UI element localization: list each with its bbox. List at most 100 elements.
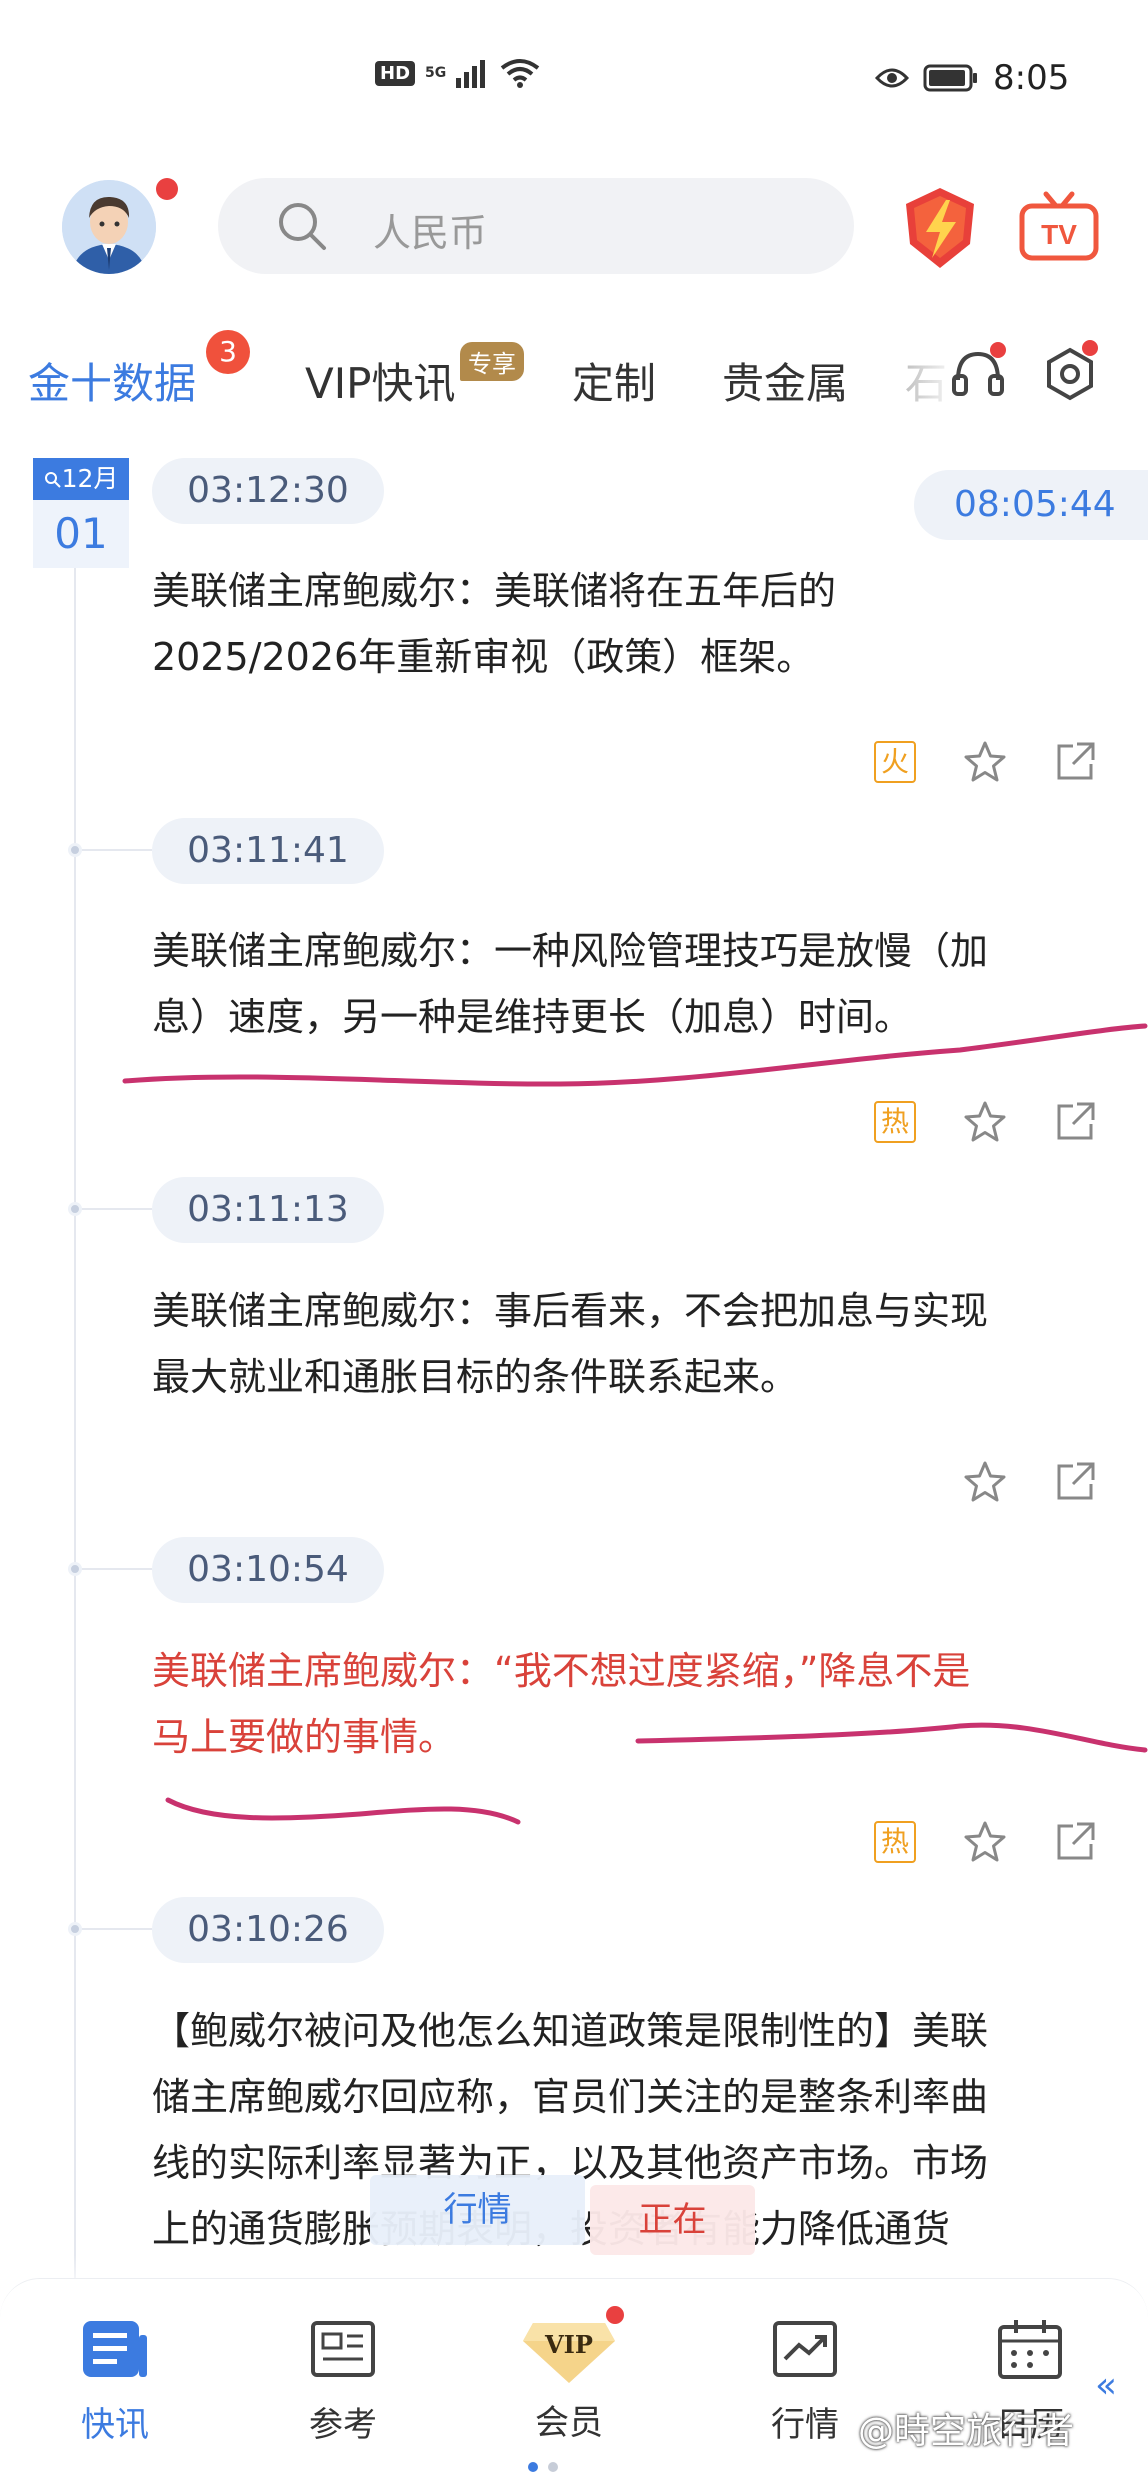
hot-badge: 热 xyxy=(850,1812,940,1872)
network-indicator: 5G xyxy=(425,65,447,81)
page-dot xyxy=(548,2462,558,2472)
date-day[interactable]: 01 xyxy=(33,500,129,568)
nav-vip[interactable]: VIP 会员 xyxy=(494,2317,644,2444)
reference-icon xyxy=(311,2321,375,2377)
news-line: 美联储主席鲍威尔：美联储将在五年后的 xyxy=(152,569,837,613)
nav-vip-label: 会员 xyxy=(535,2403,603,2443)
news-line: 储主席鲍威尔回应称，官员们关注的是整条利率曲 xyxy=(152,2075,989,2119)
nav-flash[interactable]: 快讯 xyxy=(40,2317,190,2446)
star-icon xyxy=(964,1461,1006,1502)
tab-precious-metals[interactable]: 贵金属 xyxy=(722,350,848,411)
vip-notification-dot xyxy=(606,2306,624,2324)
news-line: 美联储主席鲍威尔：“我不想过度紧缩，”降息不是 xyxy=(152,1649,971,1693)
headset-dot xyxy=(990,342,1006,358)
share-button[interactable] xyxy=(1030,1812,1120,1872)
time-pill: 03:11:41 xyxy=(152,818,384,884)
time-pill: 03:12:30 xyxy=(152,458,384,524)
share-button[interactable] xyxy=(1030,1452,1120,1512)
news-actions xyxy=(850,1452,1120,1512)
favorite-button[interactable] xyxy=(940,1812,1030,1872)
market-float-button[interactable]: 行情 xyxy=(370,2175,585,2245)
avatar[interactable] xyxy=(62,180,156,274)
timeline-dot xyxy=(68,843,82,857)
news-line: 2025/2026年重新审视（政策）框架。 xyxy=(152,635,815,679)
search-small-icon xyxy=(44,472,61,488)
news-actions: 火 xyxy=(850,732,1120,792)
nav-reference-label: 参考 xyxy=(309,2405,377,2445)
star-icon xyxy=(964,1101,1006,1142)
time-pill: 03:10:26 xyxy=(152,1897,384,1963)
news-item-text[interactable]: 美联储主席鲍威尔：一种风险管理技巧是放慢（加 息）速度，另一种是维持更长（加息）… xyxy=(152,918,1082,1050)
share-icon xyxy=(1057,1102,1095,1140)
hd-indicator: HD xyxy=(375,60,416,86)
status-bar: HD 5G 8:05 xyxy=(0,0,1148,150)
timeline-tick xyxy=(82,1568,152,1570)
status-left: HD 5G xyxy=(375,58,540,88)
fire-badge: 火 xyxy=(850,732,940,792)
nav-reference[interactable]: 参考 xyxy=(268,2317,418,2446)
hot-label: 热 xyxy=(874,1101,916,1143)
time-pill: 03:11:13 xyxy=(152,1177,384,1243)
favorite-button[interactable] xyxy=(940,1092,1030,1152)
tab-vip-flash[interactable]: VIP快讯 xyxy=(305,350,455,411)
star-icon xyxy=(964,741,1006,782)
month-label: 12月 xyxy=(61,464,119,493)
date-month[interactable]: 12月 xyxy=(33,458,129,500)
news-line: 最大就业和通胀目标的条件联系起来。 xyxy=(152,1355,799,1399)
favorite-button[interactable] xyxy=(940,732,1030,792)
share-button[interactable] xyxy=(1030,1092,1120,1152)
timeline-tick xyxy=(82,1928,152,1930)
hot-badge: 热 xyxy=(850,1092,940,1152)
news-actions: 热 xyxy=(850,1812,1120,1872)
watermark: @時空旅行者 xyxy=(858,2411,1075,2452)
favorite-button[interactable] xyxy=(940,1452,1030,1512)
signal-icon xyxy=(456,60,486,88)
clock: 8:05 xyxy=(993,58,1070,98)
timeline-tick xyxy=(82,849,152,851)
share-button[interactable] xyxy=(1030,732,1120,792)
share-icon xyxy=(1057,1462,1095,1500)
star-icon xyxy=(964,1821,1006,1862)
collapse-icon[interactable]: « xyxy=(1095,2365,1117,2406)
search-bar[interactable]: 人民币 xyxy=(218,178,854,274)
lightning-badge-icon[interactable] xyxy=(900,186,980,270)
share-icon xyxy=(1057,1822,1095,1860)
tab-custom[interactable]: 定制 xyxy=(572,350,656,411)
vip-icon: VIP xyxy=(523,2323,615,2383)
tv-icon[interactable]: TV xyxy=(1018,190,1100,266)
exclusive-tag: 专享 xyxy=(460,342,524,381)
battery-icon xyxy=(923,64,977,92)
news-line: 【鲍威尔被问及他怎么知道政策是限制性的】美联 xyxy=(152,2009,989,2053)
share-icon xyxy=(1057,742,1095,780)
search-placeholder: 人民币 xyxy=(373,211,488,255)
news-item-text-highlight[interactable]: 美联储主席鲍威尔：“我不想过度紧缩，”降息不是 马上要做的事情。 xyxy=(152,1638,1082,1770)
eye-icon xyxy=(875,68,909,88)
calendar-icon xyxy=(998,2320,1062,2379)
current-time-pill: 08:05:44 xyxy=(914,470,1148,540)
hot-label: 热 xyxy=(874,1821,916,1863)
page-dot-active xyxy=(528,2462,538,2472)
vip-icon-text: VIP xyxy=(544,2330,593,2359)
news-actions: 热 xyxy=(850,1092,1120,1152)
notification-dot xyxy=(156,178,178,200)
news-line: 息）速度，另一种是维持更长（加息）时间。 xyxy=(152,995,913,1039)
news-item-text[interactable]: 美联储主席鲍威尔：事后看来，不会把加息与实现 最大就业和通胀目标的条件联系起来。 xyxy=(152,1278,1082,1410)
timeline-dot xyxy=(68,1202,82,1216)
news-line: 美联储主席鲍威尔：事后看来，不会把加息与实现 xyxy=(152,1289,989,1333)
page-indicator xyxy=(528,2462,558,2472)
timeline-dot xyxy=(68,1562,82,1576)
news-line: 美联储主席鲍威尔：一种风险管理技巧是放慢（加 xyxy=(152,929,989,973)
tab-jin10-data[interactable]: 金十数据 xyxy=(28,350,196,411)
time-pill: 03:10:54 xyxy=(152,1537,384,1603)
search-icon xyxy=(279,203,326,250)
news-item-text[interactable]: 美联储主席鲍威尔：美联储将在五年后的 2025/2026年重新审视（政策）框架。 xyxy=(152,558,1082,690)
timeline-dot xyxy=(68,1922,82,1936)
svg-text:TV: TV xyxy=(1041,219,1077,250)
bottom-nav: 快讯 参考 VIP 会员 行情 日历 xyxy=(0,2278,1148,2492)
chart-icon xyxy=(773,2321,837,2377)
live-float-button[interactable]: 正在 xyxy=(590,2185,755,2255)
nav-flash-label: 快讯 xyxy=(81,2405,149,2445)
badge-empty xyxy=(850,1452,940,1512)
news-icon xyxy=(83,2321,147,2377)
settings-dot xyxy=(1082,340,1098,356)
